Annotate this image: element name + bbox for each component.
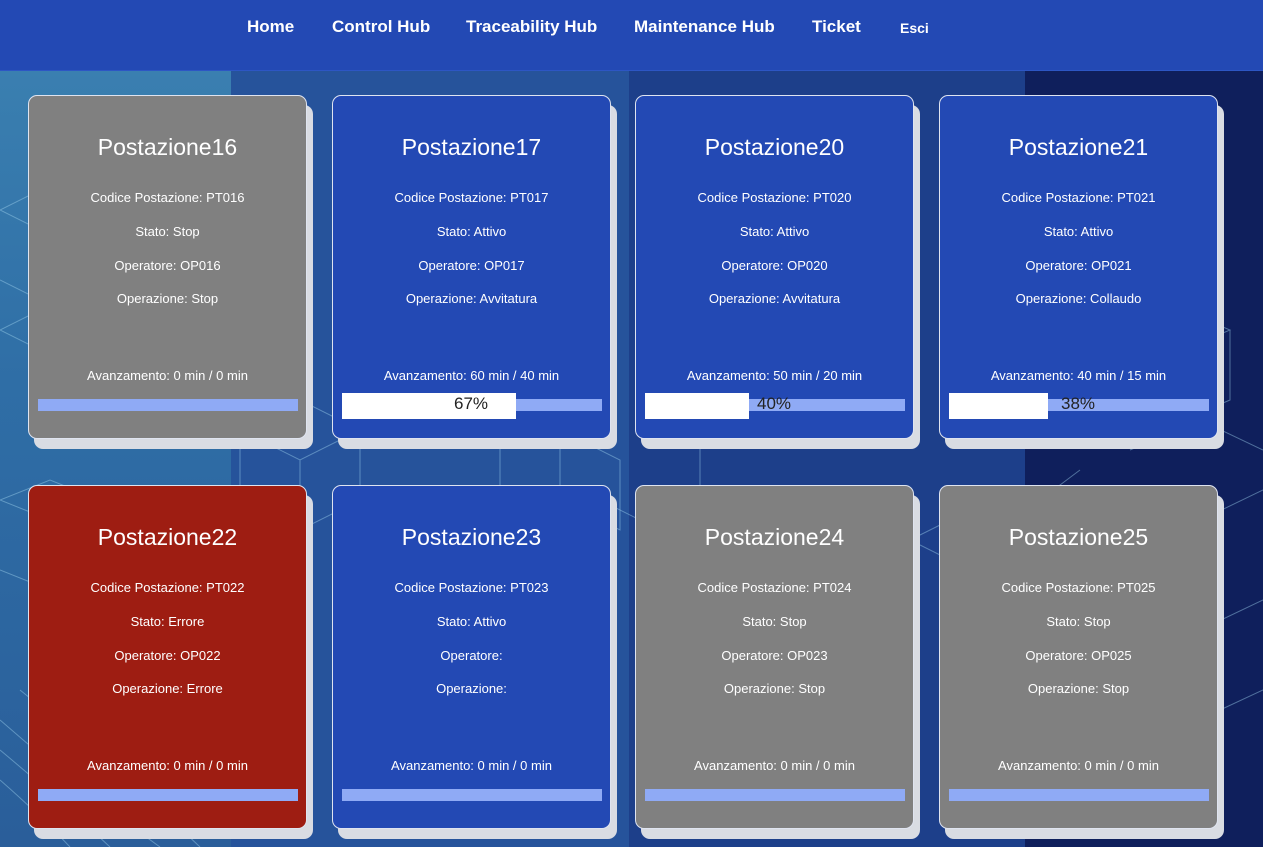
card-title: Postazione16 bbox=[97, 134, 238, 160]
station-operation: Operazione: Stop bbox=[1027, 681, 1130, 696]
progress-percent: 40% bbox=[757, 394, 792, 413]
progress-text: Avanzamento: 0 min / 0 min bbox=[694, 758, 855, 773]
station-code: Codice Postazione: PT022 bbox=[90, 580, 245, 595]
station-operation: Operazione: bbox=[436, 681, 507, 696]
progress-text: Avanzamento: 50 min / 20 min bbox=[686, 368, 863, 383]
station-operation: Operazione: Stop bbox=[723, 681, 826, 696]
progress-bar-fill bbox=[949, 393, 1048, 419]
workstation-card[interactable]: Postazione25 Codice Postazione: PT025 St… bbox=[939, 485, 1218, 829]
station-code: Codice Postazione: PT023 bbox=[394, 580, 549, 595]
progress-percent: 38% bbox=[1061, 394, 1096, 413]
station-state: Stato: Attivo bbox=[739, 224, 810, 239]
station-code: Codice Postazione: PT020 bbox=[697, 190, 852, 205]
workstation-card[interactable]: Postazione20 Codice Postazione: PT020 St… bbox=[635, 95, 914, 439]
station-state: Stato: Stop bbox=[742, 614, 807, 629]
card-title: Postazione20 bbox=[704, 134, 845, 160]
station-operator: Operatore: OP017 bbox=[418, 258, 525, 273]
workstation-card[interactable]: Postazione21 Codice Postazione: PT021 St… bbox=[939, 95, 1218, 439]
station-operation: Operazione: Collaudo bbox=[1015, 291, 1142, 306]
station-state: Stato: Stop bbox=[1046, 614, 1111, 629]
top-navigation-bar: Home Control Hub Traceability Hub Mainte… bbox=[0, 0, 1263, 71]
station-state: Stato: Attivo bbox=[436, 614, 507, 629]
station-operator: Operatore: OP021 bbox=[1025, 258, 1132, 273]
card-title: Postazione17 bbox=[401, 134, 542, 160]
station-operation: Operazione: Errore bbox=[112, 681, 223, 696]
nav-traceability-hub[interactable]: Traceability Hub bbox=[466, 17, 597, 37]
station-state: Stato: Stop bbox=[135, 224, 200, 239]
progress-percent: 67% bbox=[454, 394, 489, 413]
workstation-card[interactable]: Postazione23 Codice Postazione: PT023 St… bbox=[332, 485, 611, 829]
progress-text: Avanzamento: 0 min / 0 min bbox=[998, 758, 1159, 773]
progress-bar-fill bbox=[645, 393, 749, 419]
card-title: Postazione23 bbox=[401, 524, 542, 550]
card-title: Postazione25 bbox=[1008, 524, 1149, 550]
progress-text: Avanzamento: 0 min / 0 min bbox=[87, 368, 248, 383]
progress-text: Avanzamento: 0 min / 0 min bbox=[87, 758, 248, 773]
workstation-card[interactable]: Postazione22 Codice Postazione: PT022 St… bbox=[28, 485, 307, 829]
station-operation: Operazione: Stop bbox=[116, 291, 219, 306]
progress-bar bbox=[38, 789, 298, 801]
nav-ticket[interactable]: Ticket bbox=[812, 17, 861, 37]
progress-bar-fill bbox=[342, 393, 516, 419]
station-code: Codice Postazione: PT025 bbox=[1001, 580, 1156, 595]
workstation-card[interactable]: Postazione17 Codice Postazione: PT017 St… bbox=[332, 95, 611, 439]
station-code: Codice Postazione: PT021 bbox=[1001, 190, 1156, 205]
station-operator: Operatore: OP020 bbox=[721, 258, 828, 273]
station-code: Codice Postazione: PT016 bbox=[90, 190, 245, 205]
nav-logout[interactable]: Esci bbox=[900, 20, 929, 36]
station-state: Stato: Attivo bbox=[1043, 224, 1114, 239]
progress-text: Avanzamento: 0 min / 0 min bbox=[391, 758, 552, 773]
progress-text: Avanzamento: 40 min / 15 min bbox=[990, 368, 1167, 383]
nav-home[interactable]: Home bbox=[247, 17, 294, 37]
workstation-card[interactable]: Postazione16 Codice Postazione: PT016 St… bbox=[28, 95, 307, 439]
station-operator: Operatore: OP022 bbox=[114, 648, 221, 663]
station-code: Codice Postazione: PT017 bbox=[394, 190, 549, 205]
station-operator: Operatore: OP023 bbox=[721, 648, 828, 663]
station-code: Codice Postazione: PT024 bbox=[697, 580, 852, 595]
card-title: Postazione24 bbox=[704, 524, 845, 550]
station-operator: Operatore: OP016 bbox=[114, 258, 221, 273]
progress-bar bbox=[342, 789, 602, 801]
card-title: Postazione21 bbox=[1008, 134, 1149, 160]
nav-maintenance-hub[interactable]: Maintenance Hub bbox=[634, 17, 775, 37]
progress-text: Avanzamento: 60 min / 40 min bbox=[383, 368, 560, 383]
card-title: Postazione22 bbox=[97, 524, 238, 550]
station-state: Stato: Attivo bbox=[436, 224, 507, 239]
station-operation: Operazione: Avvitatura bbox=[708, 291, 841, 306]
nav-control-hub[interactable]: Control Hub bbox=[332, 17, 430, 37]
station-operator: Operatore: bbox=[440, 648, 503, 663]
station-operator: Operatore: OP025 bbox=[1025, 648, 1132, 663]
station-operation: Operazione: Avvitatura bbox=[405, 291, 538, 306]
station-state: Stato: Errore bbox=[130, 614, 205, 629]
workstation-card[interactable]: Postazione24 Codice Postazione: PT024 St… bbox=[635, 485, 914, 829]
progress-bar bbox=[949, 789, 1209, 801]
progress-bar bbox=[645, 789, 905, 801]
progress-bar bbox=[38, 399, 298, 411]
